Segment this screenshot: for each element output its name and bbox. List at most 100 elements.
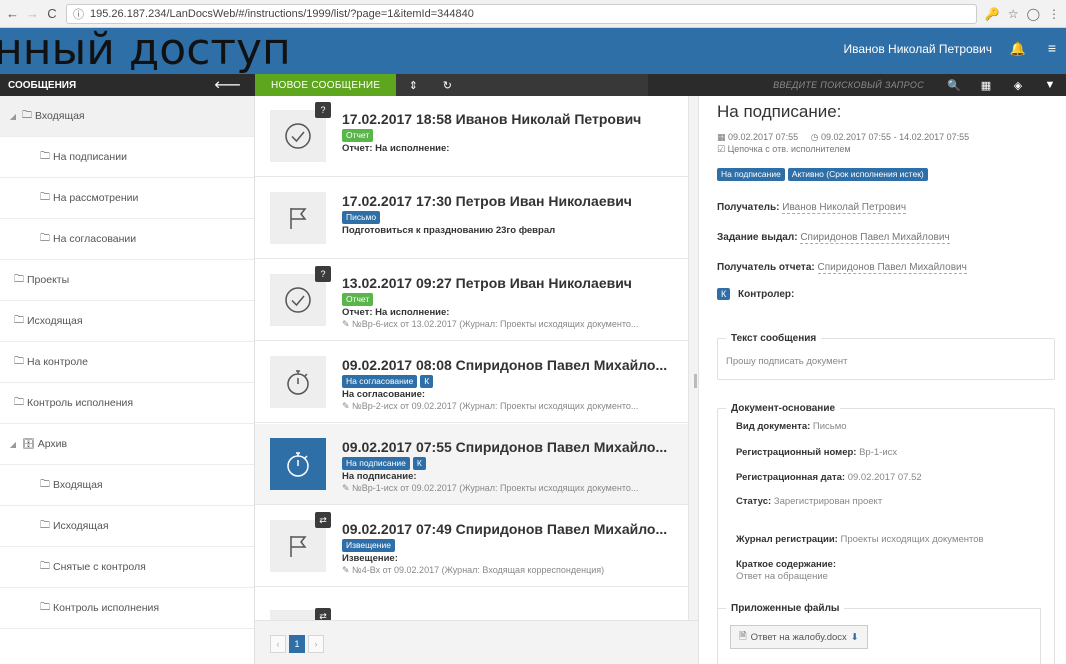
report-recipient-link[interactable]: Спиридонов Павел Михайлович xyxy=(817,262,967,274)
sidebar-item-archive-uncontrolled[interactable]: 🗀 Снятые с контроля xyxy=(0,547,254,588)
message-ref: ✎ №4-Вх от 09.02.2017 (Журнал: Входящая … xyxy=(342,565,605,575)
sidebar-item-label: На согласовании xyxy=(53,233,137,245)
list-item[interactable]: ? 17.02.2017 18:58 Иванов Николай Петрови… xyxy=(255,96,688,177)
sidebar-item-label: Снятые с контроля xyxy=(53,561,146,573)
user-name[interactable]: Иванов Николай Петрович xyxy=(844,42,993,56)
page-1-button[interactable]: 1 xyxy=(289,635,305,653)
message-text-box: Текст сообщения Прошу подписать документ xyxy=(717,333,1055,380)
prev-page-button[interactable]: ‹ xyxy=(270,635,286,653)
tag-badge: Отчет xyxy=(342,129,374,142)
sidebar-item-archive-outbox[interactable]: 🗀 Исходящая xyxy=(0,506,254,547)
field-value: Ответ на обращение xyxy=(736,571,828,582)
reload-icon[interactable]: C xyxy=(46,6,58,21)
list-item[interactable]: 09.02.2017 07:55 Спиридонов Павел Михайл… xyxy=(255,424,688,505)
key-icon[interactable]: 🔑 xyxy=(985,7,1000,21)
search-toolbar: ВВЕДИТЕ ПОИСКОВЫЙ ЗАПРОС 🔍 ▦ ◈ ▼ xyxy=(648,74,1066,96)
field-value: Зарегистрирован проект xyxy=(773,496,883,507)
list-toolbar: НОВОЕ СООБЩЕНИЕ ⇕ ↻ xyxy=(255,74,648,96)
detail-created: 09.02.2017 07:55 xyxy=(728,132,799,142)
refresh-icon[interactable]: ↻ xyxy=(430,79,464,92)
collapse-arrow-icon[interactable]: 🡐 xyxy=(214,79,241,91)
detail-chain: ☑ Цепочка с отв. исполнителем xyxy=(717,144,851,155)
url-text: 195.26.187.234/LanDocsWeb/#/instructions… xyxy=(90,7,474,20)
inbox-folder-icon: 🗀 xyxy=(22,109,32,121)
more-vert-icon[interactable]: ⋮ xyxy=(1048,7,1060,21)
archive-icon: 🗄 xyxy=(22,438,35,450)
issuer-link[interactable]: Спиридонов Павел Михайлович xyxy=(800,232,950,244)
sidebar-item-archive-inbox[interactable]: 🗀 Входящая xyxy=(0,465,254,506)
tag-badge: Извещение xyxy=(342,539,395,552)
tag-badge: На согласование xyxy=(342,375,418,388)
sidebar-item-inbox[interactable]: ◢ 🗀 Входящая xyxy=(0,96,254,137)
list-item[interactable]: ⇄ 09.02.2017 07:49 Спиридонов Павел Михай… xyxy=(255,506,688,587)
field-label: Вид документа: xyxy=(736,421,811,432)
forward-arrow-icon[interactable]: → xyxy=(26,6,39,21)
eraser-icon[interactable]: ◈ xyxy=(1002,79,1034,92)
sidebar-item-on-control[interactable]: 🗀 На контроле xyxy=(0,342,254,383)
expand-toggle-icon[interactable]: ◢ xyxy=(4,112,22,121)
sidebar-item-archive-execution-control[interactable]: 🗀 Контроль исполнения xyxy=(0,588,254,629)
sidebar-item-execution-control[interactable]: 🗀 Контроль исполнения xyxy=(0,383,254,424)
sidebar-item-on-approval[interactable]: 🗀 На согласовании xyxy=(0,219,254,260)
star-icon[interactable]: ☆ xyxy=(1008,7,1019,21)
message-tags: Отчет xyxy=(342,129,374,142)
summary-value-field: Ответ на обращение xyxy=(736,571,828,582)
list-item[interactable]: ? 13.02.2017 09:27 Петров Иван Николаевич… xyxy=(255,260,688,341)
back-arrow-icon[interactable]: ← xyxy=(6,6,19,21)
search-icon[interactable]: 🔍 xyxy=(938,79,970,92)
file-download-button[interactable]: 🗎 Ответ на жалобу.docx ⬇ xyxy=(730,625,868,649)
field-label: Задание выдал: xyxy=(717,232,798,243)
sidebar-item-projects[interactable]: 🗀 Проекты xyxy=(0,260,254,301)
chain-text: Цепочка с отв. исполнителем xyxy=(727,144,851,154)
sidebar-item-outbox[interactable]: 🗀 Исходящая xyxy=(0,301,254,342)
message-ref: ✎ №Вр-6-исх от 13.02.2017 (Журнал: Проек… xyxy=(342,319,639,329)
ref-text: №4-Вх от 09.02.2017 (Журнал: Входящая ко… xyxy=(352,565,605,575)
list-item-partial[interactable]: ⇄ xyxy=(255,588,688,624)
flag-icon xyxy=(270,192,326,244)
field-label: Регистрационный номер: xyxy=(736,447,857,458)
file-icon: 🗎 xyxy=(739,631,747,642)
panel-resize-handle[interactable] xyxy=(694,374,697,388)
sidebar-item-on-review[interactable]: 🗀 На рассмотрении xyxy=(0,178,254,219)
message-ref: ✎ №Вр-2-исх от 09.02.2017 (Журнал: Проек… xyxy=(342,401,639,411)
expand-toggle-icon[interactable]: ◢ xyxy=(4,440,22,449)
list-item[interactable]: 09.02.2017 08:08 Спиридонов Павел Михайл… xyxy=(255,342,688,423)
next-page-button[interactable]: › xyxy=(308,635,324,653)
bell-icon[interactable]: 🔔 xyxy=(1010,41,1026,57)
clock-icon: ◷ xyxy=(810,132,819,142)
filter-icon[interactable]: ▼ xyxy=(1034,79,1066,91)
type-badge-icon: ? xyxy=(315,266,331,282)
outbox-folder-icon: 🗀 xyxy=(40,519,50,531)
message-title: 17.02.2017 17:30 Петров Иван Николаевич xyxy=(342,193,632,209)
sidebar-item-label: Входящая xyxy=(35,110,85,122)
info-icon[interactable]: ⓘ xyxy=(73,6,84,22)
extension-icon[interactable]: ◯ xyxy=(1027,7,1040,21)
field-value: Письмо xyxy=(812,421,847,432)
sidebar-item-label: На подписании xyxy=(53,151,127,163)
status-badge: Активно (Срок исполнения истек) xyxy=(787,168,928,181)
address-bar[interactable]: ⓘ 195.26.187.234/LanDocsWeb/#/instructio… xyxy=(66,3,977,24)
sidebar-item-label: Контроль исполнения xyxy=(27,397,134,409)
list-item[interactable]: 17.02.2017 17:30 Петров Иван Николаевич П… xyxy=(255,178,688,259)
search-input[interactable]: ВВЕДИТЕ ПОИСКОВЫЙ ЗАПРОС xyxy=(648,74,938,96)
recipient-link[interactable]: Иванов Николай Петрович xyxy=(782,202,907,214)
field-label: Получатель: xyxy=(717,202,780,213)
messages-label: СООБЩЕНИЯ xyxy=(8,79,77,91)
controller-field: К Контролер: xyxy=(717,288,794,300)
detail-tags: На подписание Активно (Срок исполнения и… xyxy=(717,168,928,181)
sidebar-item-on-signing[interactable]: 🗀 На подписании xyxy=(0,137,254,178)
hamburger-menu-icon[interactable]: ≡ xyxy=(1048,40,1056,56)
message-tags: Отчет xyxy=(342,293,374,306)
type-badge-icon: ? xyxy=(315,102,331,118)
folder-sidebar: ◢ 🗀 Входящая 🗀 На подписании 🗀 На рассмотрен… xyxy=(0,96,255,664)
sort-icon[interactable]: ⇕ xyxy=(396,79,430,92)
field-label: Получатель отчета: xyxy=(717,262,815,273)
list-scrollbar[interactable] xyxy=(688,96,698,620)
detail-dates: ▦ 09.02.2017 07:55 ◷ 09.02.2017 07:55 - … xyxy=(717,132,969,143)
field-label: Краткое содержание: xyxy=(736,559,837,570)
ref-text: №Вр-1-исх от 09.02.2017 (Журнал: Проекты… xyxy=(352,483,639,493)
control-folder-icon: 🗀 xyxy=(40,560,50,572)
sidebar-item-archive[interactable]: ◢ 🗄 Архив xyxy=(0,424,254,465)
report-recipient-field: Получатель отчета: Спиридонов Павел Миха… xyxy=(717,262,967,274)
table-view-icon[interactable]: ▦ xyxy=(970,79,1002,92)
